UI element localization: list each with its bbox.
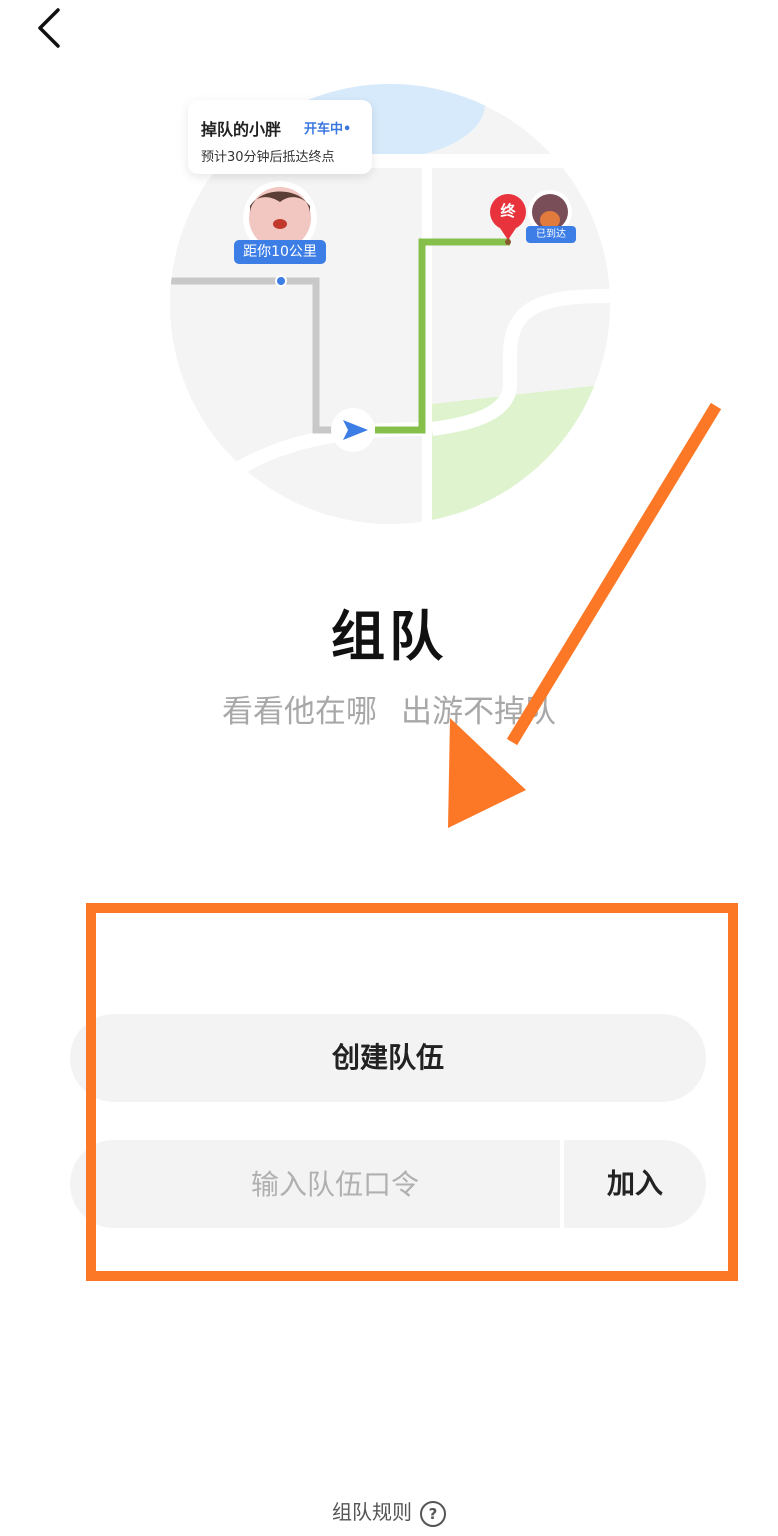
- team-rules-label: 组队规则: [332, 1500, 412, 1524]
- team-rules-link[interactable]: 组队规则?: [0, 1496, 778, 1527]
- help-icon: ?: [420, 1500, 446, 1527]
- annotation-arrow-icon: [448, 402, 722, 828]
